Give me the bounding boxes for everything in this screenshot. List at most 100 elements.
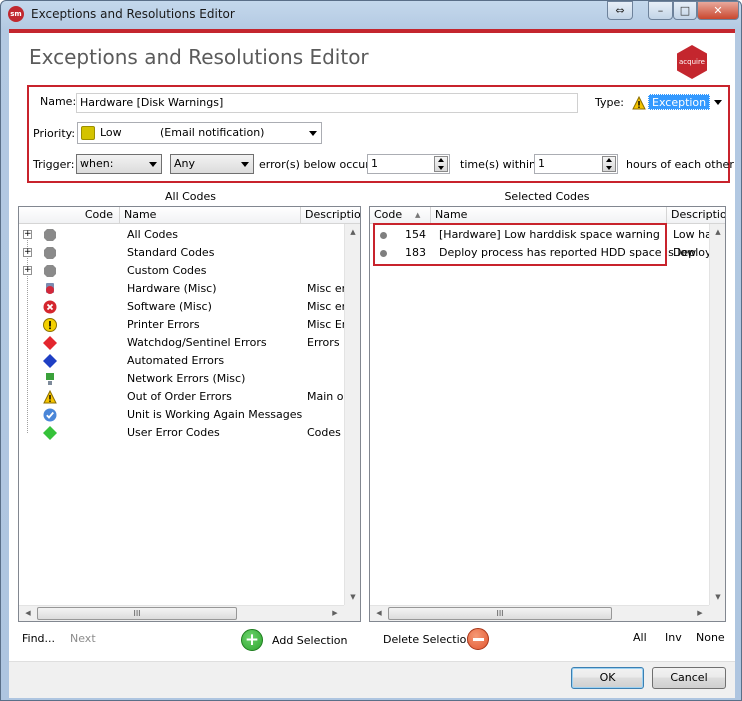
tree-row-all-codes[interactable]: + All Codes xyxy=(19,226,346,244)
all-codes-list[interactable]: Code Name Description + All Codes + Stan… xyxy=(18,206,361,622)
selected-codes-hscrollbar[interactable]: ◀ III ▶ xyxy=(370,605,709,621)
scroll-left-icon[interactable]: ◀ xyxy=(21,609,35,617)
red-x-icon xyxy=(43,300,57,314)
warning-triangle-icon xyxy=(43,389,57,404)
tree-row-network[interactable]: Network Errors (Misc) xyxy=(19,370,346,388)
page-title: Exceptions and Resolutions Editor xyxy=(29,45,369,69)
tree-row-software[interactable]: Software (Misc) Misc err xyxy=(19,298,350,316)
maximize-button[interactable]: □ xyxy=(673,1,697,20)
add-selection-label[interactable]: Add Selection xyxy=(272,634,348,647)
tree-item-label: Automated Errors xyxy=(127,354,225,367)
gray-octagon-icon xyxy=(43,246,57,260)
expand-icon[interactable]: + xyxy=(23,230,32,239)
red-diamond-icon xyxy=(43,336,57,350)
trigger-when-select[interactable]: when: xyxy=(76,154,162,174)
tree-row-out-of-order[interactable]: Out of Order Errors Main ou xyxy=(19,388,350,406)
times-label: time(s) within: xyxy=(460,158,540,171)
scroll-right-icon[interactable]: ▶ xyxy=(693,609,707,617)
hours-label: hours of each other xyxy=(626,158,734,171)
delete-selection-button[interactable] xyxy=(467,628,489,650)
minimize-button[interactable]: – xyxy=(648,1,673,20)
green-diamond-icon xyxy=(43,426,57,440)
window-title: Exceptions and Resolutions Editor xyxy=(31,7,235,21)
all-codes-col-code[interactable]: Code xyxy=(19,207,120,224)
selected-codes-title: Selected Codes xyxy=(504,190,590,203)
scroll-down-icon[interactable]: ▼ xyxy=(346,593,360,601)
scroll-corner xyxy=(344,605,360,621)
name-input[interactable]: Hardware [Disk Warnings] xyxy=(76,93,578,113)
expand-icon[interactable]: + xyxy=(23,248,32,257)
dialog-footer: OK Cancel xyxy=(9,661,735,698)
find-link[interactable]: Find... xyxy=(22,632,55,645)
tree-row-printer[interactable]: Printer Errors Misc Err xyxy=(19,316,351,334)
acquire-logo: acquire xyxy=(677,45,707,79)
priority-label: Priority: xyxy=(33,127,76,140)
tree-row-custom-codes[interactable]: + Custom Codes xyxy=(19,262,346,280)
close-button[interactable]: ✕ xyxy=(697,1,739,20)
selected-codes-col-code[interactable]: Code ▲ xyxy=(370,207,431,224)
gray-octagon-icon xyxy=(43,228,57,242)
invert-selection-link[interactable]: Inv xyxy=(665,631,682,644)
title-bar[interactable]: sm Exceptions and Resolutions Editor ⇔ –… xyxy=(1,1,741,29)
all-codes-col-description[interactable]: Description xyxy=(301,207,360,224)
times-count-input[interactable]: 1 xyxy=(534,154,618,174)
scroll-up-icon[interactable]: ▲ xyxy=(346,228,360,236)
client-area: Exceptions and Resolutions Editor acquir… xyxy=(9,29,735,698)
tree-item-label: Printer Errors xyxy=(127,318,200,331)
all-codes-col-name[interactable]: Name xyxy=(120,207,301,224)
app-icon: sm xyxy=(8,6,24,22)
tree-row-hardware[interactable]: Hardware (Misc) Misc err xyxy=(19,280,350,298)
hardware-icon xyxy=(43,282,57,296)
ok-button[interactable]: OK xyxy=(571,667,644,689)
times-count-value: 1 xyxy=(538,157,545,170)
all-codes-hscrollbar[interactable]: ◀ III ▶ xyxy=(19,605,344,621)
tree-row-automated[interactable]: Automated Errors xyxy=(19,352,346,370)
tree-row-user-error[interactable]: User Error Codes Codes a xyxy=(19,424,351,442)
priority-select[interactable]: Low (Email notification) xyxy=(77,122,322,144)
selected-codes-col-description[interactable]: Description xyxy=(667,207,725,224)
tree-item-label: All Codes xyxy=(127,228,179,241)
select-none-link[interactable]: None xyxy=(696,631,725,644)
delete-selection-label[interactable]: Delete Selection xyxy=(383,633,473,646)
scroll-up-icon[interactable]: ▲ xyxy=(711,228,725,236)
tree-item-label: Standard Codes xyxy=(127,246,215,259)
selected-codes-list[interactable]: Code ▲ Name Description 154 [Hardware] L… xyxy=(369,206,726,622)
blue-diamond-icon xyxy=(43,354,57,368)
chevron-down-icon xyxy=(309,131,317,136)
tree-row-working-again[interactable]: Unit is Working Again Messages xyxy=(19,406,346,424)
col-code-label: Code xyxy=(374,208,403,221)
type-select[interactable]: Exception xyxy=(630,93,726,113)
add-selection-button[interactable]: + xyxy=(241,629,263,651)
hscroll-thumb[interactable]: III xyxy=(388,607,612,620)
next-link[interactable]: Next xyxy=(70,632,96,645)
chevron-down-icon xyxy=(714,100,722,105)
selected-row-description: Deploy xyxy=(673,246,712,259)
trigger-scope-select[interactable]: Any xyxy=(170,154,254,174)
selected-codes-vscrollbar[interactable]: ▲ ▼ xyxy=(709,224,725,605)
expand-icon[interactable]: + xyxy=(23,266,32,275)
tree-item-label: Unit is Working Again Messages xyxy=(127,408,303,421)
tree-row-watchdog[interactable]: Watchdog/Sentinel Errors Errors r xyxy=(19,334,348,352)
selected-codes-col-name[interactable]: Name xyxy=(431,207,667,224)
all-codes-vscrollbar[interactable]: ▲ ▼ xyxy=(344,224,360,605)
tree-row-standard-codes[interactable]: + Standard Codes xyxy=(19,244,346,262)
scroll-down-icon[interactable]: ▼ xyxy=(711,593,725,601)
errors-count-input[interactable]: 1 xyxy=(367,154,450,174)
priority-value: Low xyxy=(100,126,122,139)
errors-count-spinner[interactable] xyxy=(434,156,448,172)
all-codes-title: All Codes xyxy=(164,190,217,203)
tree-item-label: Custom Codes xyxy=(127,264,207,277)
hscroll-thumb[interactable]: III xyxy=(37,607,237,620)
type-label: Type: xyxy=(595,96,624,109)
selected-row-description: Low ha xyxy=(673,228,712,241)
scroll-left-icon[interactable]: ◀ xyxy=(372,609,386,617)
tree-item-label: Out of Order Errors xyxy=(127,390,232,403)
chevron-down-icon xyxy=(241,162,249,167)
plus-icon: + xyxy=(244,630,260,650)
minus-icon xyxy=(473,638,484,641)
restore-layout-button[interactable]: ⇔ xyxy=(607,1,633,20)
select-all-link[interactable]: All xyxy=(633,631,647,644)
cancel-button[interactable]: Cancel xyxy=(652,667,726,689)
times-count-spinner[interactable] xyxy=(602,156,616,172)
scroll-right-icon[interactable]: ▶ xyxy=(328,609,342,617)
